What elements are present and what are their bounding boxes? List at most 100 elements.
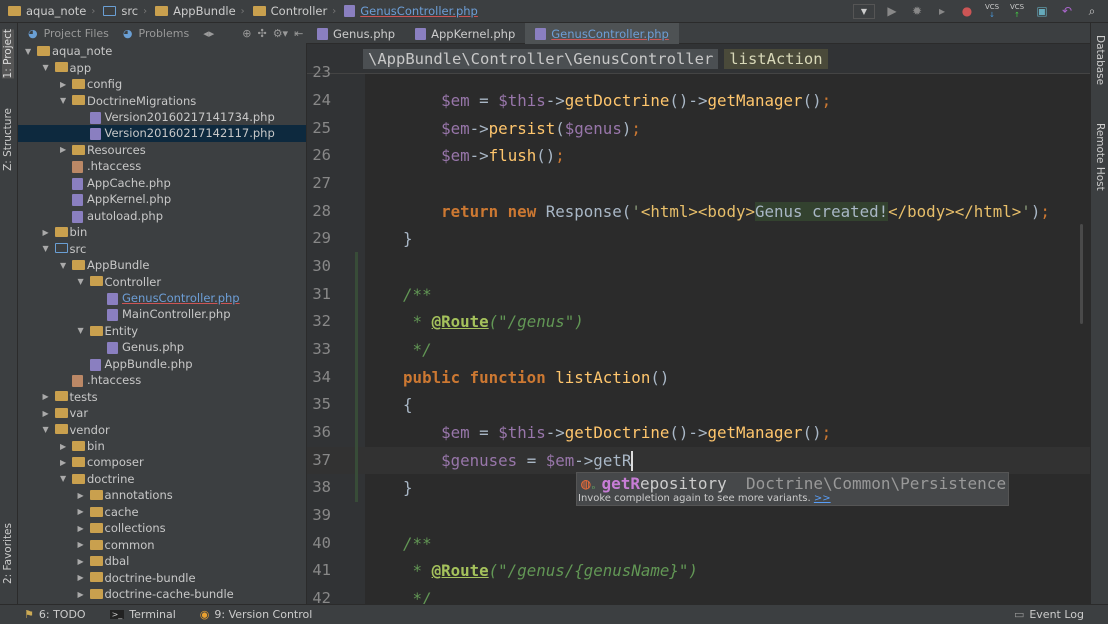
debug-icon[interactable]: ✹ <box>909 3 925 19</box>
completion-item[interactable]: ◍ₒ getRepository Doctrine\Common\Persist… <box>581 474 1006 493</box>
tree-item[interactable]: autoload.php <box>18 208 306 224</box>
expanded-arrow-icon[interactable]: ▼ <box>60 474 66 483</box>
tree-item[interactable]: ▶ composer <box>18 454 306 470</box>
collapsed-arrow-icon[interactable]: ▶ <box>78 507 84 516</box>
tree-item[interactable]: ▶ Resources <box>18 142 306 158</box>
tree-item[interactable]: ▶ config <box>18 76 306 92</box>
code-line[interactable]: 25 $em->persist($genus); <box>307 115 1090 143</box>
breadcrumb-src[interactable]: src › <box>103 4 147 18</box>
project-files-tab[interactable]: Project Files <box>44 27 109 40</box>
tree-item[interactable]: AppCache.php <box>18 175 306 191</box>
stop-icon[interactable]: ● <box>959 3 975 19</box>
tree-item[interactable]: GenusController.php <box>18 290 306 306</box>
code-line[interactable]: 42 */ <box>307 585 1090 604</box>
vcs-update-icon[interactable]: VCS ↓ <box>984 3 1000 19</box>
code-line[interactable]: 37 $genuses = $em->getR <box>307 446 1090 475</box>
expanded-arrow-icon[interactable]: ▼ <box>60 96 66 105</box>
tree-item[interactable]: Genus.php <box>18 339 306 355</box>
collapsed-arrow-icon[interactable]: ▶ <box>43 228 49 237</box>
tree-item[interactable]: AppKernel.php <box>18 191 306 207</box>
coverage-icon[interactable]: ▸ <box>934 3 950 19</box>
tree-item[interactable]: Version20160217141734.php <box>18 109 306 125</box>
collapsed-arrow-icon[interactable]: ▶ <box>60 80 66 89</box>
code-editor[interactable]: \AppBundle\Controller\GenusController li… <box>307 44 1090 604</box>
gear-icon[interactable]: ⚙▾ <box>273 27 288 40</box>
revert-icon[interactable]: ↶ <box>1059 3 1075 19</box>
run-config-dropdown-icon[interactable]: ▼ <box>853 3 875 19</box>
collapsed-arrow-icon[interactable]: ▶ <box>60 442 66 451</box>
code-line[interactable]: 36 $em = $this->getDoctrine()->getManage… <box>307 419 1090 447</box>
collapsed-arrow-icon[interactable]: ▶ <box>78 491 84 500</box>
expanded-arrow-icon[interactable]: ▼ <box>60 261 66 270</box>
vcs-commit-icon[interactable]: VCS ↑ <box>1009 3 1025 19</box>
tree-item[interactable]: ▶ var <box>18 405 306 421</box>
tree-item[interactable]: ▶ bin <box>18 438 306 454</box>
collapse-all-icon[interactable]: ✣ <box>257 27 266 40</box>
breadcrumb-file[interactable]: GenusController.php <box>344 4 478 18</box>
code-line[interactable]: 26 $em->flush(); <box>307 142 1090 170</box>
collapsed-arrow-icon[interactable]: ▶ <box>43 409 49 418</box>
breadcrumb-project[interactable]: aqua_note › <box>8 4 95 18</box>
collapsed-arrow-icon[interactable]: ▶ <box>60 145 66 154</box>
collapsed-arrow-icon[interactable]: ▶ <box>78 590 84 599</box>
tree-item[interactable]: ▶ bin <box>18 224 306 240</box>
code-line[interactable]: 35 { <box>307 391 1090 419</box>
code-line[interactable]: 24 $em = $this->getDoctrine()->getManage… <box>307 87 1090 115</box>
tree-item[interactable]: MainController.php <box>18 306 306 322</box>
code-line[interactable]: 30 <box>307 253 1090 281</box>
tree-item[interactable]: ▶ tests <box>18 388 306 404</box>
tree-item[interactable]: ▶ dbal <box>18 553 306 569</box>
collapsed-arrow-icon[interactable]: ▶ <box>43 392 49 401</box>
code-line[interactable]: 31 /** <box>307 281 1090 309</box>
collapsed-arrow-icon[interactable]: ▶ <box>78 524 84 533</box>
expanded-arrow-icon[interactable]: ▼ <box>43 425 49 434</box>
tree-item[interactable]: ▼ aqua_note <box>18 43 306 59</box>
tab-genuscontroller[interactable]: GenusController.php <box>525 23 679 44</box>
breadcrumb-controller[interactable]: Controller › <box>252 4 336 18</box>
tree-item[interactable]: Version20160217142117.php <box>18 125 306 142</box>
collapsed-arrow-icon[interactable]: ▶ <box>78 557 84 566</box>
breadcrumb-appbundle[interactable]: AppBundle › <box>155 4 245 18</box>
tab-appkernel[interactable]: AppKernel.php <box>405 23 525 44</box>
tree-item[interactable]: .htaccess <box>18 158 306 174</box>
tree-item[interactable]: ▶ annotations <box>18 487 306 503</box>
scroll-from-source-icon[interactable]: ⊕ <box>242 27 251 40</box>
history-icon[interactable]: ▣ <box>1034 3 1050 19</box>
expanded-arrow-icon[interactable]: ▼ <box>25 47 31 56</box>
code-line[interactable]: 40 /** <box>307 530 1090 558</box>
structure-tool-button[interactable]: Z: Structure <box>2 108 14 171</box>
expanded-arrow-icon[interactable]: ▼ <box>43 63 49 72</box>
code-line[interactable]: 41 * @Route("/genus/{genusName}") <box>307 557 1090 585</box>
project-tool-button[interactable]: 1: Project <box>2 29 14 79</box>
tree-item[interactable]: ▼ src <box>18 240 306 256</box>
expanded-arrow-icon[interactable]: ▼ <box>78 277 84 286</box>
tree-item[interactable]: ▼ AppBundle <box>18 257 306 273</box>
tree-item[interactable]: ▼ vendor <box>18 421 306 437</box>
event-log-button[interactable]: ▭ Event Log <box>1014 608 1084 621</box>
tree-item[interactable]: ▶ cache <box>18 504 306 520</box>
tree-item[interactable]: ▼ Entity <box>18 323 306 339</box>
todo-button[interactable]: ⚑ 6: TODO <box>24 608 86 621</box>
version-control-button[interactable]: ◉ 9: Version Control <box>200 608 313 621</box>
tree-item[interactable]: ▼ doctrine <box>18 471 306 487</box>
code-line[interactable]: 27 <box>307 170 1090 198</box>
hide-icon[interactable]: ⇤ <box>294 27 303 40</box>
code-line[interactable]: 32 * @Route("/genus") <box>307 308 1090 336</box>
code-line[interactable]: 39 <box>307 502 1090 530</box>
code-line[interactable]: 34 public function listAction() <box>307 364 1090 392</box>
code-line[interactable]: 23 <box>307 59 1090 87</box>
expanded-arrow-icon[interactable]: ▼ <box>43 244 49 253</box>
tree-item[interactable]: AppBundle.php <box>18 356 306 372</box>
remote-host-tool-button[interactable]: Remote Host <box>1094 123 1106 191</box>
tree-item[interactable]: ▶ common <box>18 537 306 553</box>
tree-item[interactable]: ▶ doctrine-bundle <box>18 569 306 585</box>
code-line[interactable]: 28 return new Response('<html><body>Genu… <box>307 198 1090 226</box>
tree-item[interactable]: ▼ DoctrineMigrations <box>18 92 306 108</box>
code-line[interactable]: 33 */ <box>307 336 1090 364</box>
search-icon[interactable]: ⌕ <box>1084 3 1100 19</box>
problems-tab[interactable]: Problems <box>139 27 190 40</box>
collapsed-arrow-icon[interactable]: ▶ <box>60 458 66 467</box>
tree-item[interactable]: ▶ doctrine-cache-bundle <box>18 586 306 602</box>
terminal-button[interactable]: >_ Terminal <box>109 608 176 621</box>
favorites-tool-button[interactable]: 2: Favorites <box>2 523 14 584</box>
